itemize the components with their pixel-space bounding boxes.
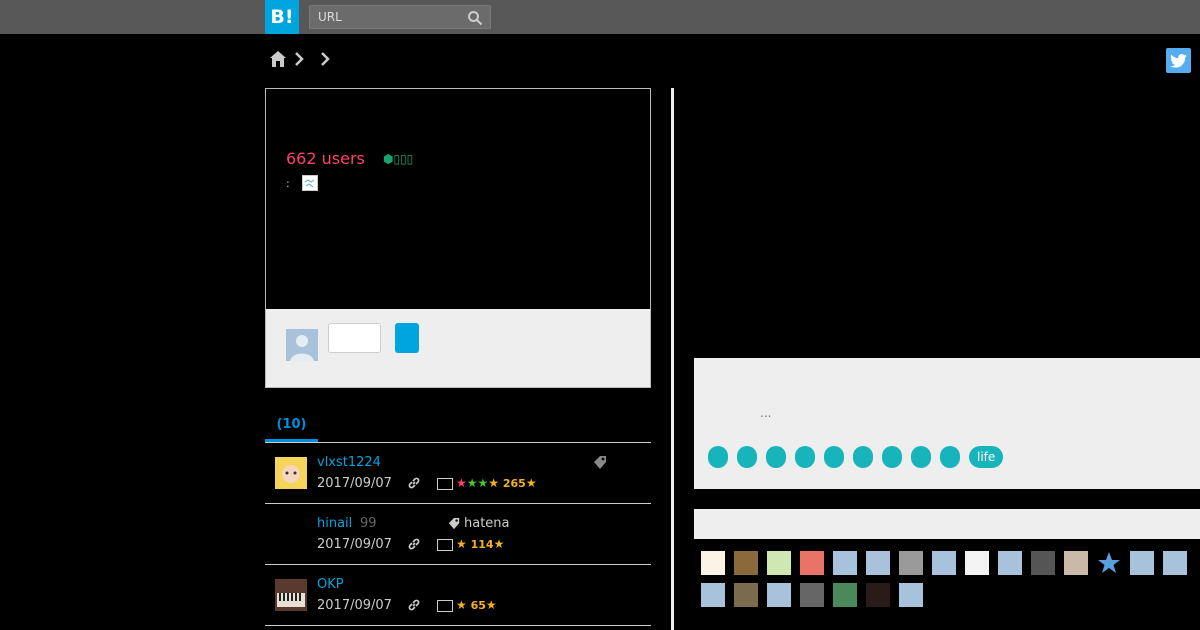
- tag-chip[interactable]: [737, 446, 757, 468]
- comment-form: [266, 309, 650, 387]
- user-avatar[interactable]: [866, 583, 890, 607]
- tag-chip[interactable]: [853, 446, 873, 468]
- tag-chip[interactable]: [882, 446, 902, 468]
- user-avatar[interactable]: [734, 583, 758, 607]
- red-star-icon: ★: [456, 476, 467, 490]
- star-list[interactable]: ★★★★ 265★: [456, 476, 537, 490]
- bookmark-date[interactable]: 2017/09/07: [317, 476, 392, 491]
- user-avatar[interactable]: [275, 457, 307, 489]
- user-avatar[interactable]: [899, 551, 923, 575]
- star-icon: ★: [485, 598, 497, 612]
- tag-chip[interactable]: [824, 446, 844, 468]
- add-star-button[interactable]: [437, 478, 453, 490]
- user-avatar[interactable]: [767, 583, 791, 607]
- user-icon-grid: [701, 550, 1200, 630]
- user-avatar[interactable]: [767, 551, 791, 575]
- tag-chip[interactable]: [795, 446, 815, 468]
- user-avatar[interactable]: [800, 583, 824, 607]
- site-favicon: [302, 175, 318, 191]
- star-icon[interactable]: [1097, 551, 1121, 575]
- user-avatar: [286, 329, 318, 361]
- user-tag[interactable]: hatena: [464, 516, 510, 531]
- hatena-bookmark-logo[interactable]: B!: [265, 0, 299, 34]
- add-star-button[interactable]: [437, 539, 453, 551]
- search-input[interactable]: [310, 6, 460, 28]
- user-name[interactable]: vlxst1224: [317, 455, 381, 470]
- tag-chip[interactable]: [766, 446, 786, 468]
- bookmark-row: vlxst1224 2017/09/07 ★★★★ 265★: [265, 443, 651, 504]
- top-bar: B!: [0, 0, 1200, 34]
- green-star-icon: ★★: [466, 476, 489, 490]
- section-header-bar: [694, 509, 1200, 539]
- star-icon: ★: [488, 476, 500, 490]
- tag-chip[interactable]: [940, 446, 960, 468]
- user-avatar[interactable]: [1163, 551, 1187, 575]
- tag-icon: [448, 518, 460, 530]
- users-count[interactable]: 662 users: [286, 149, 365, 168]
- user-avatar[interactable]: [932, 551, 956, 575]
- tag-chip[interactable]: [911, 446, 931, 468]
- comment-input[interactable]: [328, 323, 381, 353]
- meta-label: :: [286, 177, 290, 190]
- star-list[interactable]: ★ 65★: [456, 598, 497, 612]
- user-avatar[interactable]: [275, 579, 307, 611]
- user-avatar[interactable]: [833, 583, 857, 607]
- link-icon[interactable]: [407, 537, 421, 551]
- user-avatar[interactable]: [800, 551, 824, 575]
- user-avatar[interactable]: [1130, 551, 1154, 575]
- tag-list: life: [708, 446, 1004, 468]
- column-divider: [671, 88, 674, 630]
- related-panel: ... life: [694, 358, 1200, 489]
- star-icon: ★: [493, 537, 505, 551]
- user-avatar[interactable]: [965, 551, 989, 575]
- chevron-right-icon: [321, 52, 330, 66]
- user-name[interactable]: hinail: [317, 516, 352, 531]
- star-icon: ★: [456, 537, 467, 551]
- add-star-button[interactable]: [437, 600, 453, 612]
- link-icon[interactable]: [407, 476, 421, 490]
- chevron-right-icon: [295, 52, 304, 66]
- bookmark-row: hinail 99 hatena 2017/09/07 ★ 114★: [265, 504, 651, 565]
- search-box[interactable]: [309, 5, 491, 29]
- link-icon[interactable]: [407, 598, 421, 612]
- star-count: 265: [502, 477, 526, 490]
- user-avatar[interactable]: [998, 551, 1022, 575]
- user-avatar[interactable]: [899, 583, 923, 607]
- user-avatar[interactable]: [701, 583, 725, 607]
- bookmark-submit-button[interactable]: [395, 323, 419, 353]
- twitter-icon: [1170, 53, 1187, 68]
- star-list[interactable]: ★ 114★: [456, 537, 504, 551]
- bookmark-row: OKP 2017/09/07 ★ 65★: [265, 565, 651, 626]
- more-ellipsis[interactable]: ...: [760, 406, 771, 420]
- bookmark-date[interactable]: 2017/09/07: [317, 537, 392, 552]
- tag-chip-life[interactable]: life: [969, 446, 1004, 468]
- star-icon: ★: [456, 598, 467, 612]
- user-avatar[interactable]: [1031, 551, 1055, 575]
- bookmark-count: 99: [360, 516, 377, 531]
- tag-chip[interactable]: [708, 446, 728, 468]
- user-avatar[interactable]: [833, 551, 857, 575]
- tab-comments[interactable]: (10): [265, 410, 318, 442]
- star-count: 65: [470, 599, 486, 612]
- search-icon[interactable]: [467, 10, 483, 26]
- tag-icon: [594, 456, 606, 469]
- user-name[interactable]: OKP: [317, 577, 344, 592]
- twitter-share-button[interactable]: [1166, 48, 1191, 73]
- home-icon[interactable]: [269, 50, 287, 68]
- user-avatar[interactable]: [866, 551, 890, 575]
- star-count: 114: [470, 538, 494, 551]
- entry-summary: 662 users ⬢▯▯▯ :: [265, 88, 651, 388]
- user-avatar[interactable]: [734, 551, 758, 575]
- user-avatar[interactable]: [1064, 551, 1088, 575]
- star-icon: ★: [525, 476, 537, 490]
- bookmark-date[interactable]: 2017/09/07: [317, 598, 392, 613]
- user-avatar[interactable]: [701, 551, 725, 575]
- hot-entry-badge: ⬢▯▯▯: [383, 152, 414, 166]
